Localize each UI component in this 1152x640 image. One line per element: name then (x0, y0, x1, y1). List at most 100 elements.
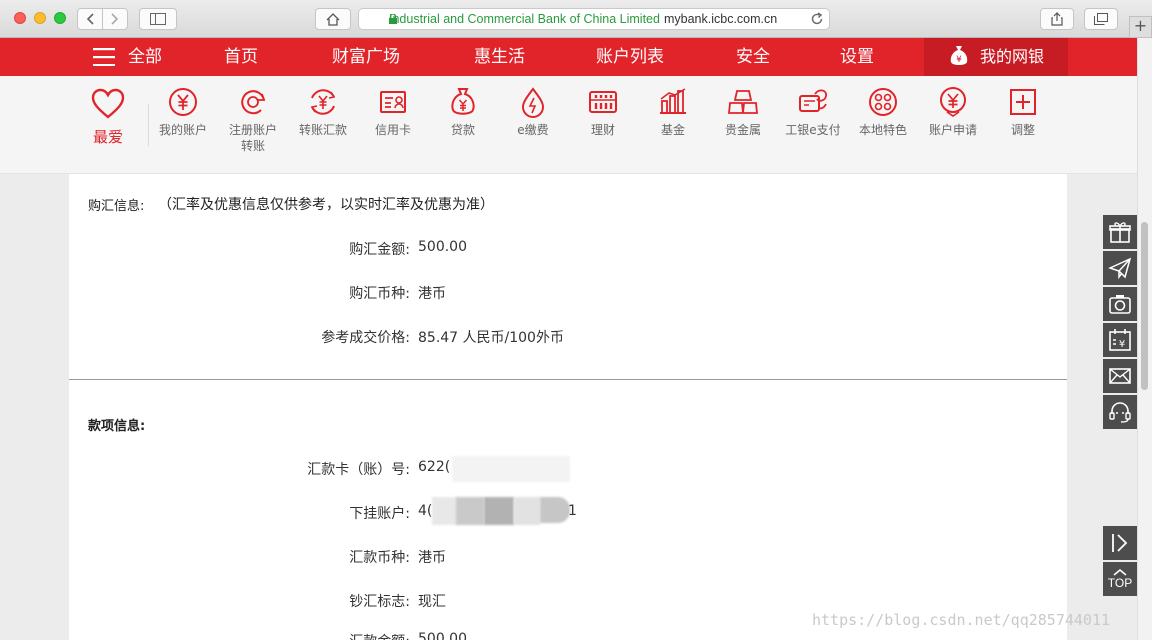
new-tab-button[interactable]: + (1129, 16, 1152, 38)
sidebar-icon (150, 13, 166, 25)
quick-item-account-apply[interactable]: 账户申请 (921, 86, 985, 138)
collapse-icon (1112, 534, 1128, 552)
gift-button[interactable] (1103, 215, 1137, 249)
watermark-text: https://blog.csdn.net/qq285744011 (812, 611, 1111, 629)
customer-service-button[interactable] (1103, 395, 1137, 429)
nav-home[interactable]: 首页 (224, 38, 258, 76)
cash-remit-flag-label: 钞汇标志: (349, 594, 410, 610)
quick-item-registered-transfer[interactable]: 注册账户转账 (221, 86, 285, 154)
content-panel (69, 174, 1067, 640)
back-to-top-button[interactable]: TOP (1103, 562, 1137, 596)
quick-item-icbc-epay[interactable]: 工银e支付 (781, 86, 845, 138)
money-bag-icon: ¥ (950, 46, 968, 65)
url-domain: mybank.icbc.com.cn (663, 12, 778, 26)
nav-settings[interactable]: 设置 (840, 38, 874, 76)
home-button[interactable] (315, 8, 351, 30)
quick-item-label: e缴费 (517, 123, 549, 137)
quick-item-label: 理财 (590, 123, 615, 137)
reference-price-value: 85.47 人民币/100外币 (418, 330, 564, 346)
mail-icon (1109, 368, 1131, 384)
favorites-button[interactable]: 最爱 (76, 88, 140, 147)
redaction-mask (432, 497, 458, 525)
quick-item-adjust[interactable]: 调整 (991, 86, 1055, 138)
reference-price-label: 参考成交价格: (321, 330, 410, 346)
home-icon (326, 12, 340, 26)
remit-card-value: 622( (418, 459, 451, 475)
quick-item-label: 注册账户转账 (228, 123, 277, 153)
quick-item-wealth-management[interactable]: 理财 (571, 86, 635, 138)
close-window-button[interactable] (14, 12, 26, 24)
remit-amount-label: 汇款金额: (349, 631, 410, 640)
tabs-icon (1094, 13, 1108, 25)
quick-item-label: 基金 (660, 123, 685, 137)
nav-my-ebank[interactable]: 我的网银 (980, 38, 1044, 76)
headset-icon (1109, 402, 1131, 423)
quick-bar-divider (148, 104, 149, 146)
nav-wealth-plaza[interactable]: 财富广场 (332, 38, 400, 76)
chevron-left-icon (86, 13, 94, 25)
quick-item-label: 我的账户 (158, 123, 207, 137)
quick-item-local-feature[interactable]: 本地特色 (851, 86, 915, 138)
quick-item-transfer-remit[interactable]: 转账汇款 (291, 86, 355, 138)
purchase-section-title: 购汇信息: (88, 199, 145, 214)
address-bar[interactable]: Industrial and Commercial Bank of China … (358, 8, 830, 30)
chevron-right-icon (111, 13, 119, 25)
quick-item-credit-card[interactable]: 信用卡 (361, 86, 425, 138)
calendar-yen-icon: ¥ (1109, 329, 1131, 351)
nav-all[interactable]: 全部 (128, 38, 162, 76)
share-button[interactable] (1040, 8, 1074, 30)
remit-currency-value: 港币 (418, 550, 446, 566)
transfer-icon (241, 90, 266, 115)
quick-item-loan[interactable]: 贷款 (431, 86, 495, 138)
redaction-mask (514, 497, 540, 525)
tabs-overview-button[interactable] (1084, 8, 1118, 30)
quick-item-my-account[interactable]: 我的账户 (151, 86, 215, 138)
quick-item-label: 贷款 (450, 123, 475, 137)
plus-square-icon (1010, 89, 1036, 115)
quick-item-fund[interactable]: 基金 (641, 86, 705, 138)
forward-button[interactable] (102, 8, 128, 30)
linked-account-value-end: 1 (568, 503, 577, 519)
exchange-yen-icon (310, 89, 336, 115)
mail-button[interactable] (1103, 359, 1137, 393)
back-to-top-label: TOP (1107, 576, 1133, 590)
quick-item-e-payment[interactable]: e缴费 (501, 86, 565, 138)
nav-life[interactable]: 惠生活 (474, 38, 525, 76)
bar-chart-icon (660, 88, 686, 114)
quick-item-label: 本地特色 (858, 123, 907, 137)
quick-item-label: 账户申请 (928, 123, 977, 137)
quick-item-label: 转账汇款 (298, 123, 347, 137)
nav-security[interactable]: 安全 (736, 38, 770, 76)
reload-icon[interactable] (810, 12, 824, 26)
abacus-icon (589, 91, 617, 113)
minimize-window-button[interactable] (34, 12, 46, 24)
linked-account-value: 4( (418, 503, 433, 519)
quick-item-precious-metal[interactable]: 贵金属 (711, 86, 775, 138)
apply-icon (940, 87, 966, 117)
linked-account-label: 下挂账户: (349, 506, 410, 522)
svg-text:¥: ¥ (1119, 339, 1125, 350)
camera-button[interactable] (1103, 287, 1137, 321)
credit-card-icon (380, 91, 406, 113)
yen-circle-icon (169, 88, 197, 116)
epay-icon (799, 89, 827, 112)
redaction-mask (452, 456, 570, 482)
menu-icon[interactable] (93, 48, 115, 66)
collapse-button[interactable] (1103, 526, 1137, 560)
purchase-amount-label: 购汇金额: (349, 242, 410, 258)
camera-icon (1109, 295, 1131, 314)
sidebar-toggle-button[interactable] (139, 8, 177, 30)
browser-toolbar: Industrial and Commercial Bank of China … (0, 0, 1152, 38)
purchase-note: （汇率及优惠信息仅供参考，以实时汇率及优惠为准） (158, 197, 494, 213)
local-icon (869, 88, 897, 116)
back-button[interactable] (77, 8, 103, 30)
scrollbar-thumb[interactable] (1141, 222, 1148, 390)
heart-icon (91, 88, 125, 119)
send-button[interactable] (1103, 251, 1137, 285)
paper-plane-icon (1108, 257, 1132, 280)
maximize-window-button[interactable] (54, 12, 66, 24)
purchase-currency-value: 港币 (418, 286, 446, 302)
nav-account-list[interactable]: 账户列表 (596, 38, 664, 76)
chevron-up-icon (1113, 568, 1127, 576)
calendar-button[interactable]: ¥ (1103, 323, 1137, 357)
